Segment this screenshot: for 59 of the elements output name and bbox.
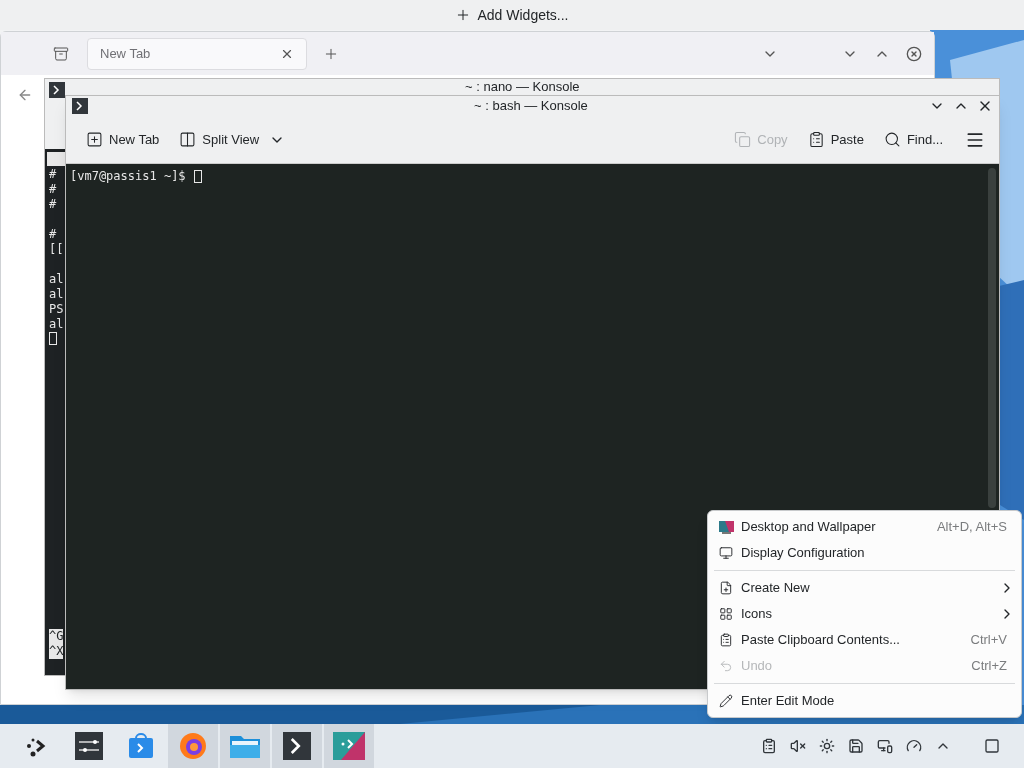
search-icon bbox=[883, 131, 901, 148]
terminal-text: al bbox=[49, 317, 64, 331]
window-title: ~ : bash — Konsole bbox=[474, 97, 588, 116]
terminal-text: PS bbox=[49, 302, 64, 316]
gauge-icon[interactable] bbox=[906, 738, 922, 754]
clipboard-icon bbox=[719, 633, 733, 647]
copy-icon bbox=[734, 131, 752, 148]
split-button[interactable]: Split View bbox=[173, 125, 292, 154]
wallpaper-icon bbox=[719, 520, 734, 534]
fox-globe-icon bbox=[179, 732, 207, 760]
brightness-icon[interactable] bbox=[819, 738, 835, 754]
undo-icon bbox=[719, 659, 733, 673]
columns-icon bbox=[179, 131, 197, 148]
sliders-icon bbox=[75, 732, 103, 760]
new-icon bbox=[719, 581, 733, 595]
floppy-icon[interactable] bbox=[848, 738, 864, 754]
mute-icon[interactable] bbox=[790, 738, 806, 754]
shortcut-key: ^G bbox=[49, 629, 64, 644]
paste-button[interactable]: Paste bbox=[801, 125, 870, 154]
menu-item[interactable]: Icons bbox=[708, 601, 1021, 627]
clipboard-icon bbox=[807, 131, 825, 148]
terminal-text: al bbox=[49, 272, 64, 286]
terminal-cursor bbox=[49, 332, 57, 345]
menu-item[interactable]: Display Configuration bbox=[708, 540, 1021, 566]
terminal-text: [[ bbox=[49, 242, 64, 256]
back-icon[interactable] bbox=[17, 87, 33, 103]
menu-item[interactable]: Create New bbox=[708, 575, 1021, 601]
terminal-text: # bbox=[49, 167, 57, 181]
menu-item[interactable]: Enter Edit Mode bbox=[708, 688, 1021, 714]
find-button[interactable]: Find... bbox=[877, 125, 949, 154]
terminal-text: # bbox=[49, 197, 57, 211]
terminal-prompt: [vm7@passis1 ~]$ bbox=[70, 168, 186, 185]
terminal-text: # bbox=[49, 227, 57, 241]
clipboard-icon[interactable] bbox=[761, 738, 777, 754]
box-icon[interactable] bbox=[53, 45, 69, 62]
shortcut-key: ^X bbox=[49, 644, 64, 659]
terminal-text: # bbox=[49, 182, 57, 196]
split-square-icon bbox=[333, 732, 365, 760]
tab-title: New Tab bbox=[100, 44, 151, 63]
square-plus-icon bbox=[86, 131, 103, 148]
terminal-icon bbox=[72, 98, 88, 114]
add-widgets-button[interactable]: Add Widgets... bbox=[447, 4, 577, 26]
taskbar-item[interactable] bbox=[272, 724, 322, 768]
terminal-icon bbox=[283, 732, 311, 760]
grid-icon bbox=[719, 607, 733, 621]
new-tab-button[interactable]: New Tab bbox=[80, 125, 166, 154]
terminal-text: al bbox=[49, 287, 64, 301]
close-icon[interactable] bbox=[906, 45, 922, 62]
menu-item[interactable]: Paste Clipboard Contents... Ctrl+V bbox=[708, 627, 1021, 653]
show-desktop-icon[interactable] bbox=[984, 738, 1000, 754]
network-icon[interactable] bbox=[877, 738, 893, 754]
window-title: ~ : nano — Konsole bbox=[465, 80, 580, 94]
menu-item[interactable]: Desktop and Wallpaper Alt+D, Alt+S bbox=[708, 514, 1021, 540]
shopping-bag-icon bbox=[127, 732, 155, 760]
browser-tab[interactable]: New Tab bbox=[87, 37, 307, 70]
terminal-cursor bbox=[193, 169, 202, 183]
display-icon bbox=[719, 546, 733, 560]
pencil-icon bbox=[719, 694, 733, 708]
terminal-icon bbox=[49, 82, 65, 98]
